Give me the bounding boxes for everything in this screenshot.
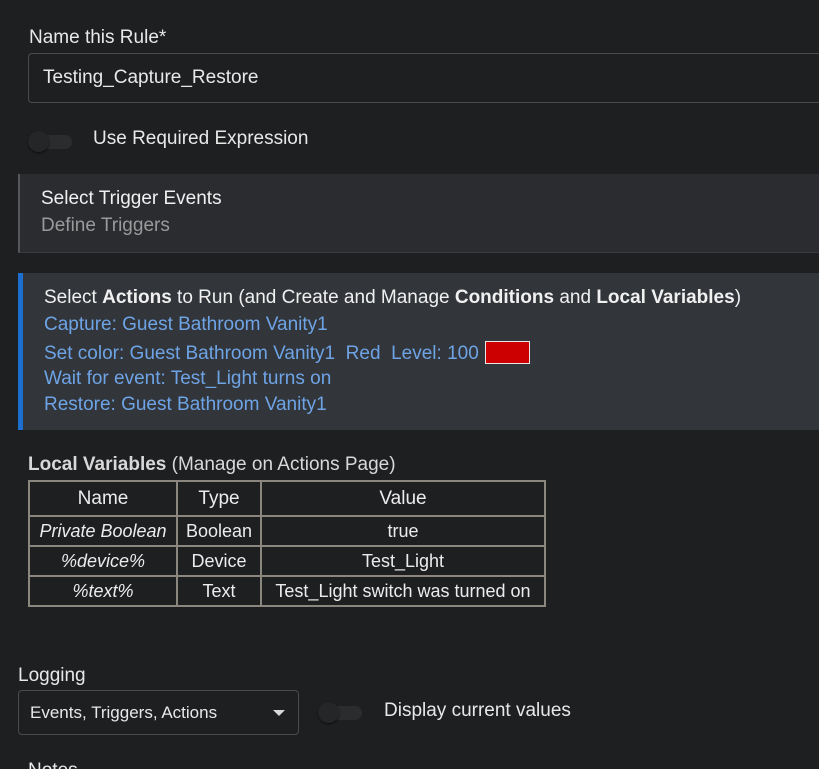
- table-header-row: Name Type Value: [28, 480, 546, 517]
- rule-name-label: Name this Rule*: [29, 27, 167, 48]
- action-item-restore[interactable]: Restore: Guest Bathroom Vanity1: [44, 394, 327, 416]
- logging-label: Logging: [18, 665, 86, 686]
- actions-title-bold-local-variables: Local Variables: [596, 287, 735, 308]
- action-item-wait-for-event[interactable]: Wait for event: Test_Light turns on: [44, 368, 331, 390]
- actions-title-bold-conditions: Conditions: [454, 287, 555, 308]
- table-row: %text% Text Test_Light switch was turned…: [28, 575, 546, 607]
- action-item-capture[interactable]: Capture: Guest Bathroom Vanity1: [44, 314, 328, 336]
- variable-value-cell: Test_Light: [260, 545, 546, 577]
- display-current-values-label: Display current values: [384, 700, 571, 721]
- display-current-values-toggle[interactable]: [318, 702, 362, 723]
- toggle-knob: [318, 702, 339, 723]
- action-item-set-color-text: Set color: Guest Bathroom Vanity1 Red Le…: [44, 343, 479, 364]
- rule-editor-page: Name this Rule* Use Required Expression …: [0, 0, 819, 769]
- red-color-swatch: [484, 341, 530, 364]
- variable-type-cell: Device: [176, 545, 262, 577]
- local-variables-table: Name Type Value Private Boolean Boolean …: [28, 480, 546, 607]
- required-expression-toggle[interactable]: [28, 131, 72, 152]
- trigger-events-title: Select Trigger Events: [41, 188, 222, 209]
- variable-type-cell: Boolean: [176, 515, 262, 547]
- variable-type-cell: Text: [176, 575, 262, 607]
- logging-select[interactable]: Events, Triggers, Actions: [18, 690, 299, 735]
- actions-title-text: Select: [44, 287, 103, 308]
- logging-selected-value: Events, Triggers, Actions: [30, 703, 218, 722]
- required-expression-label: Use Required Expression: [93, 128, 309, 149]
- column-header-value: Value: [260, 480, 546, 517]
- actions-panel[interactable]: Select Actions to Run (and Create and Ma…: [18, 273, 819, 430]
- actions-title-bold-actions: Actions: [102, 287, 172, 308]
- variable-name-cell: %text%: [28, 575, 178, 607]
- toggle-knob: [28, 131, 49, 152]
- table-row: %device% Device Test_Light: [28, 545, 546, 577]
- column-header-name: Name: [28, 480, 178, 517]
- column-header-type: Type: [176, 480, 262, 517]
- variable-value-cell: true: [260, 515, 546, 547]
- actions-title-text: and: [554, 287, 597, 308]
- table-row: Private Boolean Boolean true: [28, 515, 546, 547]
- notes-label: Notes: [28, 760, 78, 769]
- local-variables-heading: Local Variables (Manage on Actions Page): [28, 454, 396, 476]
- define-triggers-subtitle: Define Triggers: [41, 215, 170, 236]
- variable-value-cell: Test_Light switch was turned on: [260, 575, 546, 607]
- trigger-events-panel[interactable]: Select Trigger Events Define Triggers: [18, 174, 819, 253]
- variable-name-cell: %device%: [28, 545, 178, 577]
- local-variables-heading-note: (Manage on Actions Page): [166, 454, 396, 475]
- chevron-down-icon: [273, 710, 285, 716]
- rule-name-input[interactable]: [28, 53, 819, 103]
- action-item-set-color[interactable]: Set color: Guest Bathroom Vanity1 Red Le…: [44, 341, 530, 365]
- actions-title: Select Actions to Run (and Create and Ma…: [44, 287, 741, 309]
- actions-title-text: ): [734, 287, 742, 308]
- local-variables-heading-bold: Local Variables: [28, 454, 167, 475]
- actions-title-text: to Run (and Create and Manage: [171, 287, 455, 308]
- variable-name-cell: Private Boolean: [28, 515, 178, 547]
